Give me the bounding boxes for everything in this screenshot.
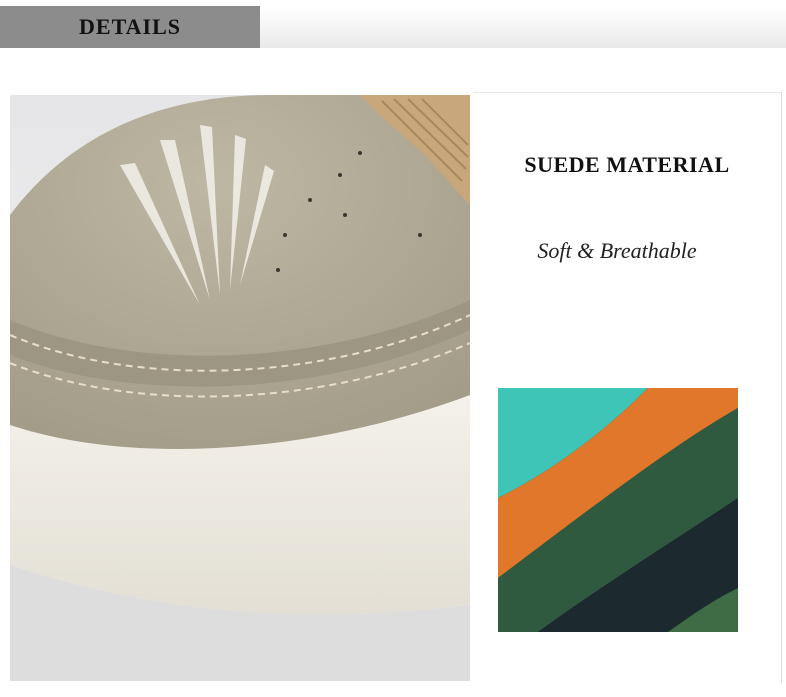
suede-shoe-closeup-image (10, 95, 470, 681)
suede-color-swatch-image (498, 388, 738, 632)
feature-title: SUEDE MATERIAL (524, 152, 730, 177)
details-heading: DETAILS (79, 14, 181, 39)
details-tab: DETAILS (0, 6, 260, 48)
feature-subtitle: Soft & Breathable (537, 238, 697, 263)
